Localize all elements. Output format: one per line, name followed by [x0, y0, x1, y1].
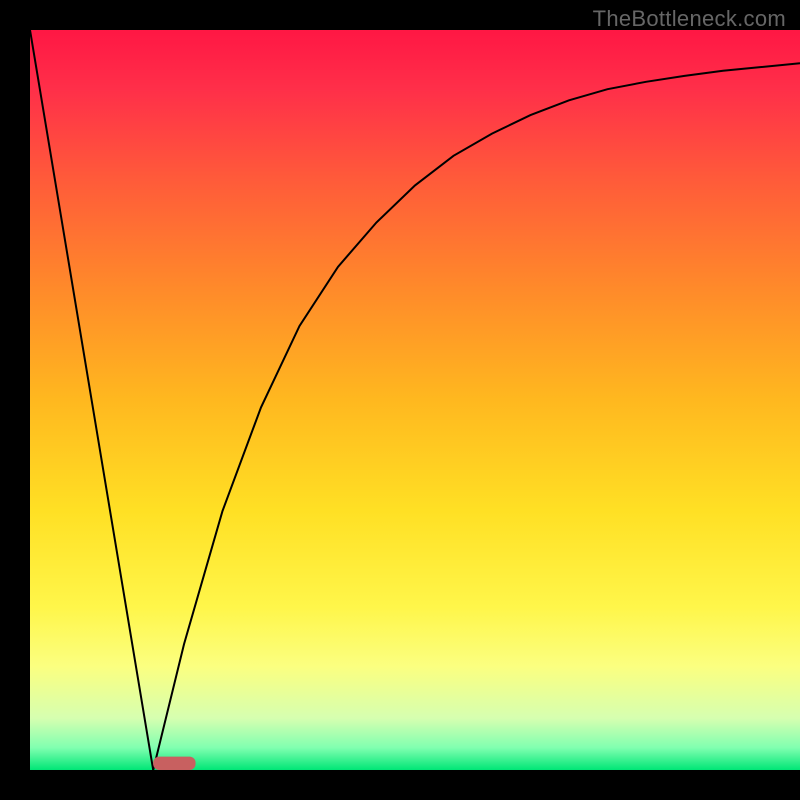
min-marker: [153, 757, 195, 770]
watermark-text: TheBottleneck.com: [593, 6, 786, 32]
chart-svg: [0, 0, 800, 800]
plot-background: [30, 30, 800, 770]
chart-container: { "watermark": "TheBottleneck.com", "plo…: [0, 0, 800, 800]
